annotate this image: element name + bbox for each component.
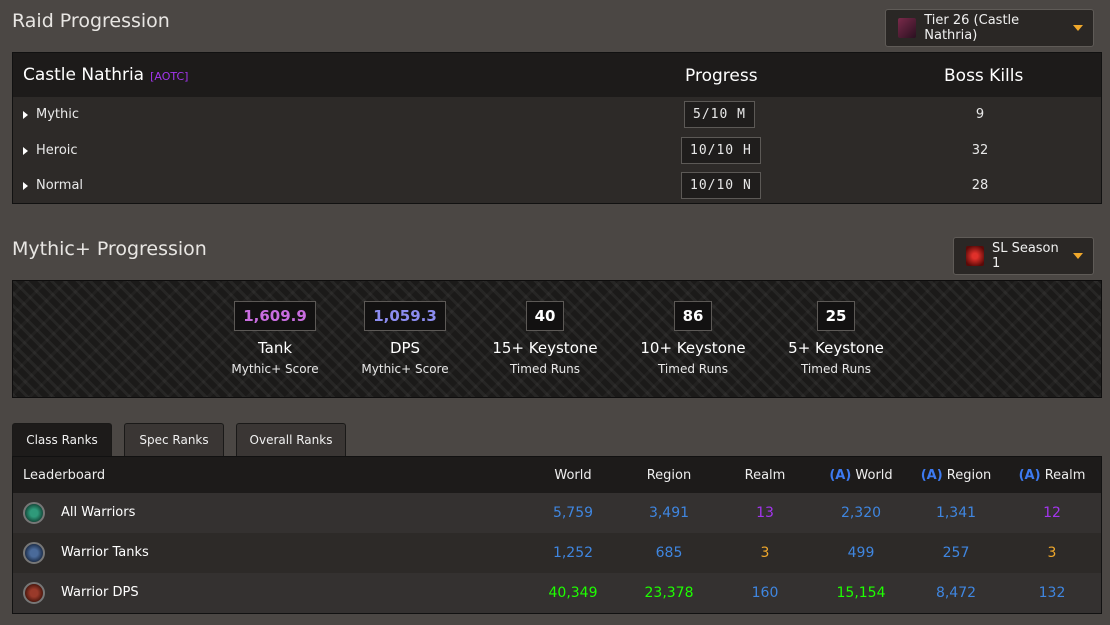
stat-label: 5+ Keystone	[788, 339, 884, 357]
raid-row-heroic[interactable]: Heroic 10/10 H 32	[13, 133, 1101, 168]
raid-table-header: Castle Nathria [AOTC] Progress Boss Kills	[13, 53, 1101, 97]
warrior-class-icon	[23, 502, 45, 524]
alliance-realm-rank: 3	[1047, 545, 1057, 561]
alliance-region-rank: 1,341	[935, 505, 977, 521]
raid-progress-table: Castle Nathria [AOTC] Progress Boss Kills…	[12, 52, 1102, 204]
alliance-region-rank: 8,472	[935, 585, 977, 601]
alliance-region-header: (A) Region	[906, 468, 1006, 483]
boss-kills-value: 28	[971, 178, 989, 193]
tank-score-value: 1,609.9	[234, 301, 316, 331]
expand-triangle-icon	[23, 181, 28, 190]
dps-score-stat: 1,059.3 DPS Mythic+ Score	[325, 301, 485, 376]
realm-rank: 3	[760, 545, 770, 561]
keystone-15-stat: 40 15+ Keystone Timed Runs	[465, 301, 625, 376]
region-rank: 23,378	[644, 585, 694, 601]
alliance-realm-label: Realm	[1044, 468, 1086, 483]
keystone-15-value: 40	[525, 301, 565, 331]
progress-badge: 10/10 N	[681, 172, 761, 199]
realm-rank: 13	[756, 505, 774, 521]
sword-icon	[23, 582, 45, 604]
world-rank: 40,349	[548, 585, 598, 601]
difficulty-label: Heroic	[36, 143, 78, 158]
alliance-world-rank: 2,320	[840, 505, 882, 521]
difficulty-cell[interactable]: Normal	[23, 178, 83, 193]
alliance-world-header: (A) World	[811, 468, 911, 483]
raid-name-cell: Castle Nathria [AOTC]	[23, 65, 188, 85]
tab-class-ranks[interactable]: Class Ranks	[12, 423, 112, 457]
rank-row-warrior-dps[interactable]: Warrior DPS 40,349 23,378 160 15,154 8,4…	[13, 573, 1101, 613]
season-dropdown[interactable]: SL Season 1	[953, 237, 1094, 275]
boss-kills-value: 32	[971, 143, 989, 158]
raid-name: Castle Nathria	[23, 65, 145, 85]
alliance-region-label: Region	[946, 468, 992, 483]
ranks-table-header: Leaderboard World Region Realm (A) World…	[13, 457, 1101, 493]
realm-rank: 160	[751, 585, 779, 601]
keystone-5-value: 25	[816, 301, 856, 331]
alliance-tag: (A)	[1018, 468, 1041, 483]
mythic-plus-stats-panel: 1,609.9 Tank Mythic+ Score 1,059.3 DPS M…	[12, 280, 1102, 398]
stat-sublabel: Mythic+ Score	[361, 362, 449, 376]
progress-badge: 5/10 M	[684, 101, 755, 128]
stat-sublabel: Timed Runs	[800, 362, 872, 376]
stat-sublabel: Timed Runs	[657, 362, 729, 376]
alliance-tag: (A)	[920, 468, 943, 483]
keystone-10-value: 86	[673, 301, 713, 331]
alliance-realm-rank: 132	[1038, 585, 1066, 601]
alliance-world-rank: 15,154	[836, 585, 886, 601]
progress-badge: 10/10 H	[681, 137, 761, 164]
dps-score-value: 1,059.3	[364, 301, 446, 331]
rank-row-all-warriors[interactable]: All Warriors 5,759 3,491 13 2,320 1,341 …	[13, 493, 1101, 533]
difficulty-cell[interactable]: Mythic	[23, 107, 79, 122]
boss-kills-column-header: Boss Kills	[944, 66, 1024, 86]
mythic-plus-title: Mythic+ Progression	[12, 238, 207, 260]
tier-dropdown[interactable]: Tier 26 (Castle Nathria)	[885, 9, 1094, 47]
difficulty-label: Mythic	[36, 107, 80, 122]
world-rank: 5,759	[552, 505, 594, 521]
aotc-tag: [AOTC]	[150, 70, 189, 83]
world-header: World	[554, 468, 592, 483]
raid-row-mythic[interactable]: Mythic 5/10 M 9	[13, 97, 1101, 132]
realm-header: Realm	[744, 468, 786, 483]
raid-row-normal[interactable]: Normal 10/10 N 28	[13, 168, 1101, 203]
rank-row-label[interactable]: Warrior Tanks	[61, 545, 149, 560]
shield-icon	[23, 542, 45, 564]
season-dropdown-label: SL Season 1	[991, 241, 1059, 271]
chevron-down-icon	[1073, 253, 1083, 259]
alliance-world-rank: 499	[847, 545, 875, 561]
expand-triangle-icon	[23, 110, 28, 119]
rank-row-label[interactable]: All Warriors	[61, 505, 135, 520]
alliance-world-label: World	[855, 468, 893, 483]
chevron-down-icon	[1073, 25, 1083, 31]
expand-triangle-icon	[23, 146, 28, 155]
stat-sublabel: Timed Runs	[509, 362, 581, 376]
keystone-5-stat: 25 5+ Keystone Timed Runs	[756, 301, 916, 376]
difficulty-cell[interactable]: Heroic	[23, 143, 78, 158]
boss-kills-value: 9	[975, 107, 985, 122]
region-rank: 3,491	[648, 505, 690, 521]
rank-row-warrior-tanks[interactable]: Warrior Tanks 1,252 685 3 499 257 3	[13, 533, 1101, 573]
keystone-10-stat: 86 10+ Keystone Timed Runs	[613, 301, 773, 376]
castle-nathria-icon	[898, 18, 917, 38]
world-rank: 1,252	[552, 545, 594, 561]
stat-label: DPS	[389, 339, 421, 357]
alliance-tag: (A)	[829, 468, 852, 483]
alliance-realm-rank: 12	[1043, 505, 1061, 521]
difficulty-label: Normal	[36, 178, 84, 193]
stat-label: 10+ Keystone	[640, 339, 746, 357]
tab-spec-ranks[interactable]: Spec Ranks	[124, 423, 224, 456]
progress-column-header: Progress	[685, 66, 758, 86]
raid-progression-title: Raid Progression	[12, 10, 170, 32]
season-icon	[966, 246, 984, 266]
alliance-region-rank: 257	[942, 545, 970, 561]
tab-overall-ranks[interactable]: Overall Ranks	[236, 423, 346, 456]
rank-row-label[interactable]: Warrior DPS	[61, 585, 139, 600]
tier-dropdown-label: Tier 26 (Castle Nathria)	[924, 13, 1020, 43]
region-rank: 685	[655, 545, 683, 561]
region-header: Region	[646, 468, 692, 483]
alliance-realm-header: (A) Realm	[1002, 468, 1102, 483]
stat-label: 15+ Keystone	[492, 339, 598, 357]
ranks-table: Leaderboard World Region Realm (A) World…	[12, 456, 1102, 614]
leaderboard-header: Leaderboard	[23, 468, 106, 483]
